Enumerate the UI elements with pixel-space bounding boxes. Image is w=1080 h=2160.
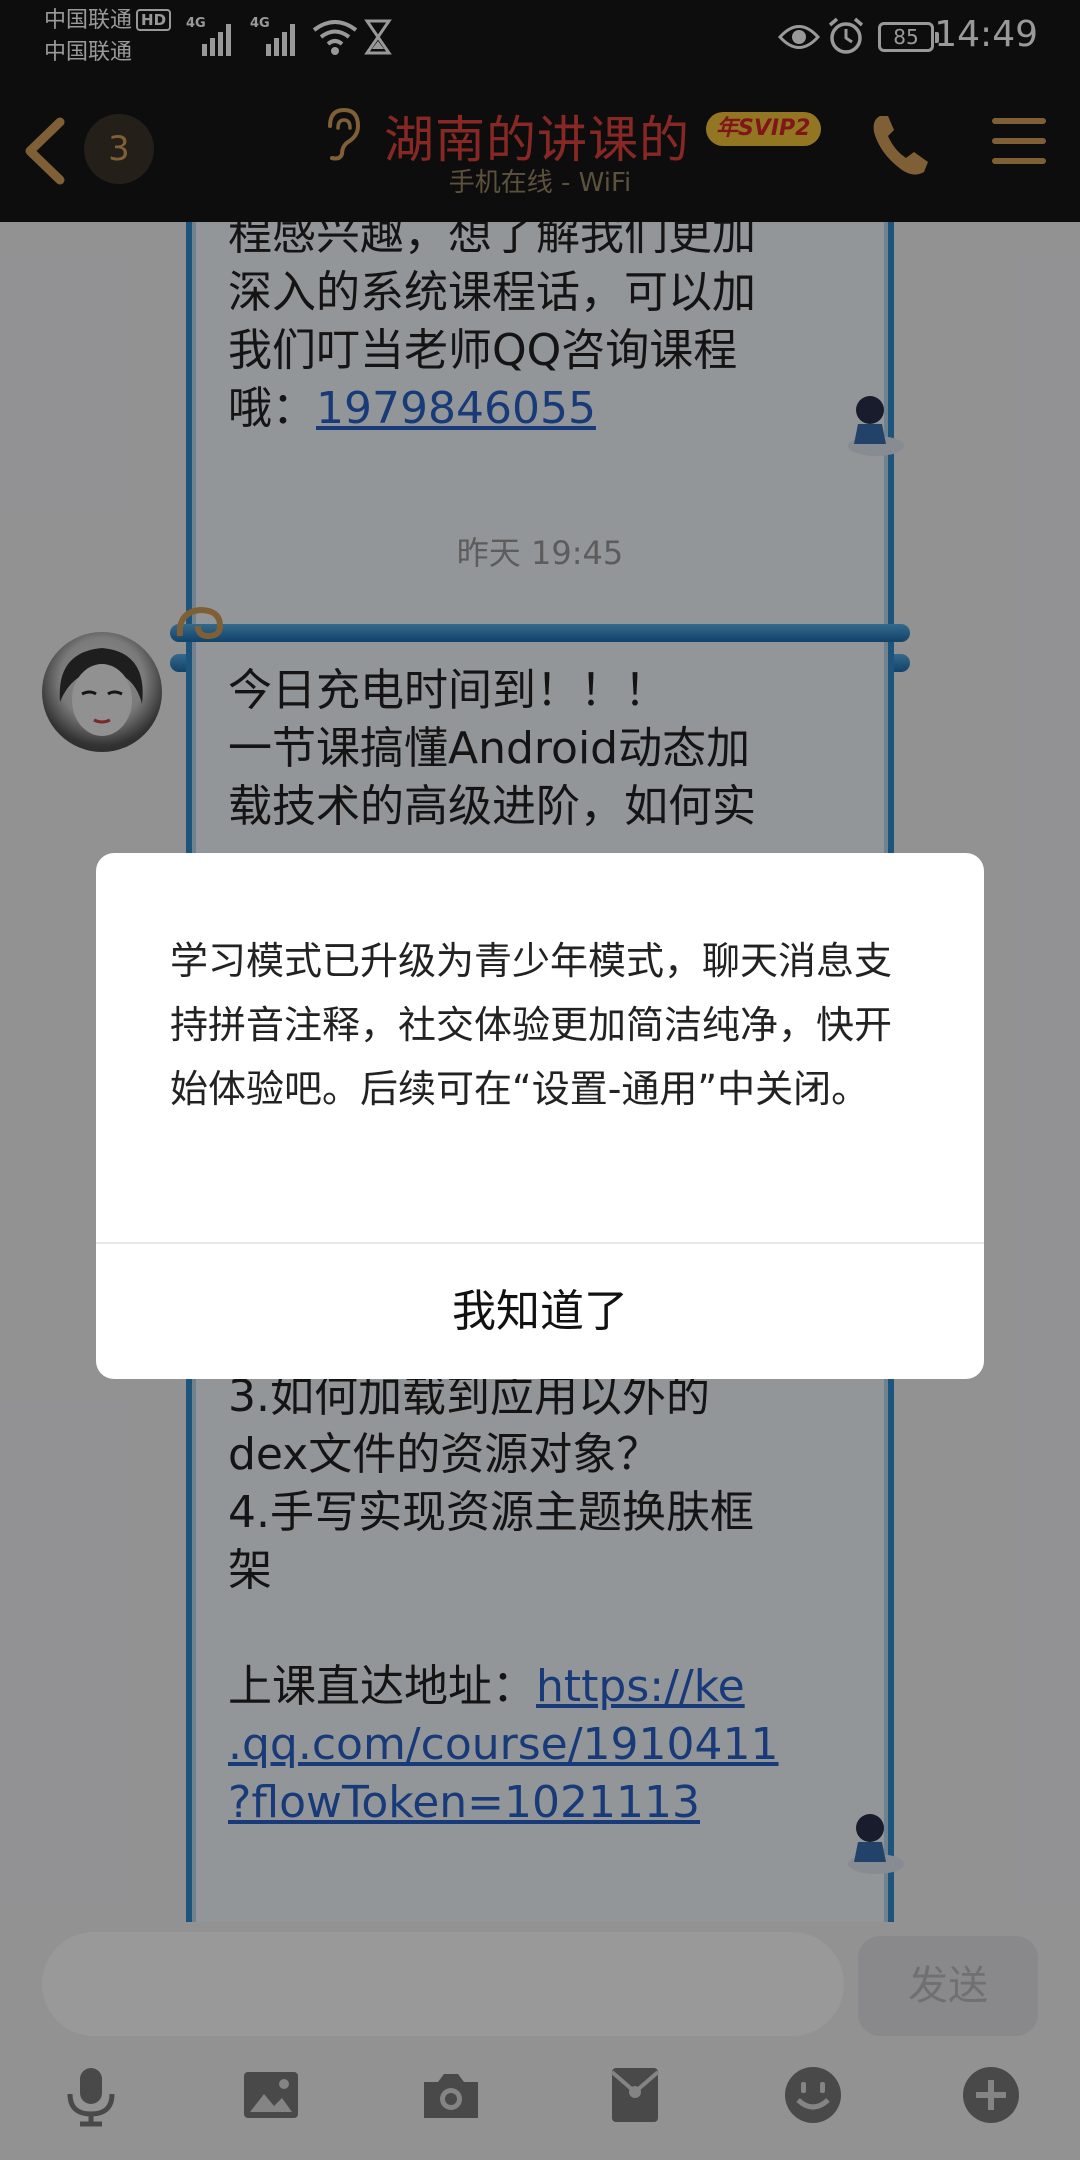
dialog-ok-button[interactable]: 我知道了 bbox=[96, 1244, 984, 1379]
teen-mode-dialog: 学习模式已升级为青少年模式，聊天消息支持拼音注释，社交体验更加简洁纯净，快开始体… bbox=[96, 853, 984, 1379]
dialog-message: 学习模式已升级为青少年模式，聊天消息支持拼音注释，社交体验更加简洁纯净，快开始体… bbox=[170, 939, 893, 1111]
